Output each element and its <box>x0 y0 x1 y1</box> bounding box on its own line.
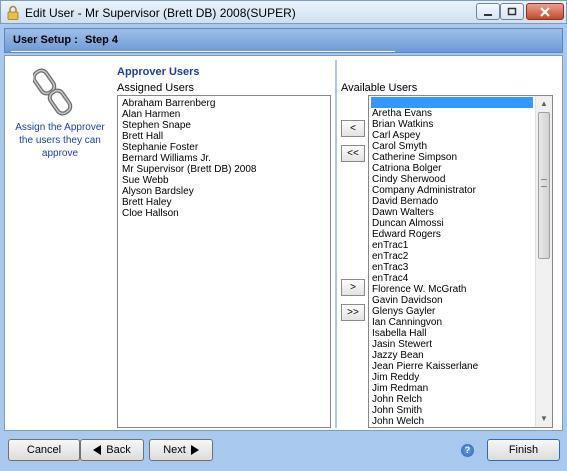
wizard-header: User Setup : Step 4 <box>4 28 563 53</box>
available-users-label: Available Users <box>341 82 418 94</box>
move-all-left-button[interactable]: << <box>341 145 365 162</box>
available-user-item[interactable]: Company Administrator <box>370 185 534 196</box>
available-user-item[interactable]: John Relch <box>370 394 534 405</box>
back-label: Back <box>106 444 131 456</box>
panel-divider <box>335 60 337 428</box>
close-button[interactable] <box>526 3 564 20</box>
available-user-item[interactable]: enTrac1 <box>370 240 534 251</box>
help-icon[interactable]: ? <box>461 444 474 457</box>
selected-list-item[interactable] <box>371 97 533 108</box>
assigned-user-item[interactable]: Sue Webb <box>120 175 328 186</box>
available-user-item[interactable]: Duncan Almossi <box>370 218 534 229</box>
restore-icon <box>507 7 517 16</box>
available-user-item[interactable]: Florence W. McGrath <box>370 284 534 295</box>
finish-label: Finish <box>508 444 539 456</box>
assigned-user-item[interactable]: Abraham Barrenberg <box>120 98 328 109</box>
available-user-item[interactable]: Jim Redman <box>370 383 534 394</box>
available-user-item[interactable]: John Smith <box>370 405 534 416</box>
available-user-item[interactable]: David Bernado <box>370 196 534 207</box>
available-user-item[interactable]: Glenys Gayler <box>370 306 534 317</box>
available-user-item[interactable]: Gavin Davidson <box>370 295 534 306</box>
assigned-user-item[interactable]: Alan Harmen <box>120 109 328 120</box>
wizard-footer: Cancel Back Next ? Finish <box>4 434 563 467</box>
scroll-down-icon[interactable]: ▼ <box>536 411 552 427</box>
available-user-item[interactable]: Jean Pierre Kaisserlane <box>370 361 534 372</box>
padlock-icon <box>7 5 19 20</box>
assigned-users-label: Assigned Users <box>117 82 195 94</box>
window-titlebar: Edit User - Mr Supervisor (Brett DB) 200… <box>0 0 567 24</box>
next-button[interactable]: Next <box>149 439 213 461</box>
back-button[interactable]: Back <box>80 439 144 461</box>
arrow-left-icon <box>93 445 102 455</box>
available-user-item[interactable]: enTrac2 <box>370 251 534 262</box>
window-title: Edit User - Mr Supervisor (Brett DB) 200… <box>25 6 296 20</box>
available-user-item[interactable]: John Welch <box>370 416 534 427</box>
move-left-button[interactable]: < <box>341 120 365 137</box>
available-user-item[interactable]: Cindy Sherwood <box>370 174 534 185</box>
grip-icon <box>541 179 547 187</box>
header-divider <box>11 51 395 52</box>
assigned-user-item[interactable]: Brett Haley <box>120 197 328 208</box>
assigned-user-item[interactable]: Cloe Hallson <box>120 208 328 219</box>
available-users-listbox[interactable]: Aretha Evans Brian Watkins Carl Aspey Carol… <box>368 95 553 428</box>
assigned-user-item[interactable]: Stephanie Foster <box>120 142 328 153</box>
available-user-item[interactable]: Edward Rogers <box>370 229 534 240</box>
available-user-item[interactable]: Jazzy Bean <box>370 350 534 361</box>
move-right-button[interactable]: > <box>341 279 365 296</box>
assigned-user-item[interactable]: Alyson Bardsley <box>120 186 328 197</box>
available-user-item[interactable]: enTrac3 <box>370 262 534 273</box>
wizard-title: User Setup : <box>13 34 78 46</box>
assigned-user-item[interactable]: Mr Supervisor (Brett DB) 2008 <box>120 164 328 175</box>
wizard-step: Step 4 <box>85 34 119 46</box>
available-users-list[interactable]: Aretha Evans Brian Watkins Carl Aspey Carol… <box>369 96 535 427</box>
maximize-button[interactable] <box>500 3 524 20</box>
available-user-item[interactable]: Isabella Hall <box>370 328 534 339</box>
move-all-right-button[interactable]: >> <box>341 304 365 321</box>
cancel-label: Cancel <box>26 444 62 456</box>
window-body: User Setup : Step 4 Assign the Approver … <box>0 24 567 471</box>
arrow-right-icon <box>190 445 199 455</box>
scroll-up-icon[interactable]: ▲ <box>536 96 552 112</box>
chain-link-icon <box>33 68 73 116</box>
minimize-icon <box>484 13 492 16</box>
available-user-item[interactable]: enTrac4 <box>370 273 534 284</box>
available-user-item[interactable]: Catherine Simpson <box>370 152 534 163</box>
available-user-item[interactable]: Carol Smyth <box>370 141 534 152</box>
minimize-button[interactable] <box>476 3 500 20</box>
next-label: Next <box>163 444 186 456</box>
assigned-user-item[interactable]: Stephen Snape <box>120 120 328 131</box>
finish-button[interactable]: Finish <box>487 439 560 461</box>
available-user-item[interactable]: Dawn Walters <box>370 207 534 218</box>
available-user-item[interactable]: Ian Canningvon <box>370 317 534 328</box>
available-user-item[interactable]: Jim Reddy <box>370 372 534 383</box>
available-user-item[interactable]: Carl Aspey <box>370 130 534 141</box>
scrollbar-thumb[interactable] <box>538 112 550 259</box>
instruction-text: Assign the Approver the users they can a… <box>15 122 105 159</box>
available-user-item[interactable]: Aretha Evans <box>370 108 534 119</box>
vertical-scrollbar[interactable]: ▲ ▼ <box>535 96 552 427</box>
assigned-user-item[interactable]: Bernard Williams Jr. <box>120 153 328 164</box>
wizard-content: Assign the Approver the users they can a… <box>4 55 563 431</box>
close-icon <box>540 6 550 17</box>
assigned-users-list[interactable]: Abraham Barrenberg Alan Harmen Stephen Sna… <box>117 95 331 428</box>
available-user-item[interactable]: Catriona Bolger <box>370 163 534 174</box>
available-user-item[interactable]: Brian Watkins <box>370 119 534 130</box>
approver-users-heading: Approver Users <box>117 66 200 78</box>
available-user-item[interactable]: Jasin Stewert <box>370 339 534 350</box>
assigned-user-item[interactable]: Brett Hall <box>120 131 328 142</box>
cancel-button[interactable]: Cancel <box>8 439 80 461</box>
